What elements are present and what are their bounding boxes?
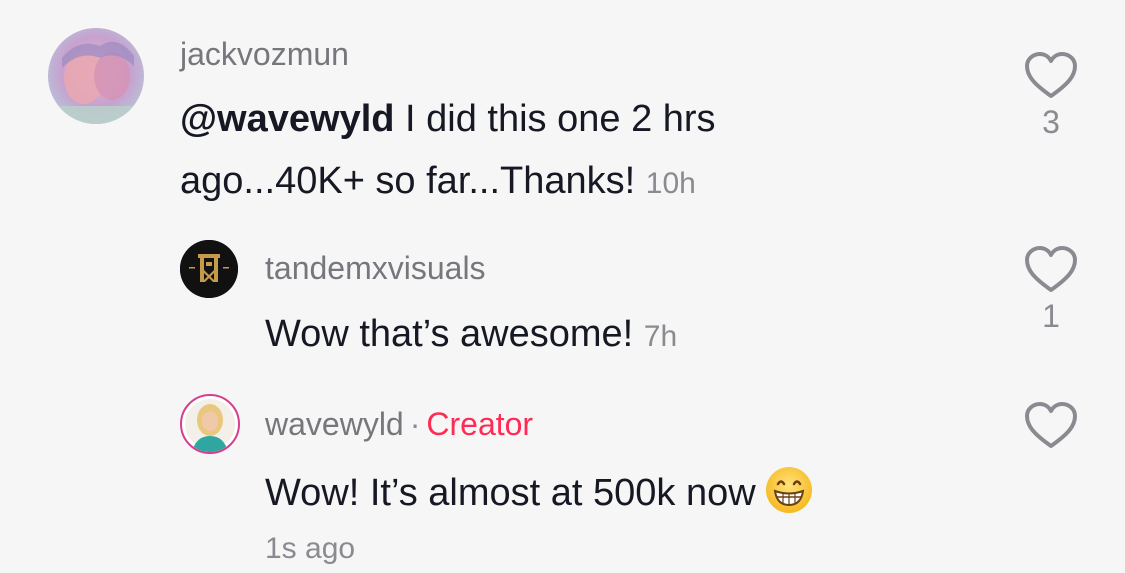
heart-icon[interactable] bbox=[1024, 246, 1078, 294]
like-group-comment: 3 bbox=[1016, 52, 1086, 138]
comment-timestamp: 10h bbox=[645, 167, 696, 200]
grinning-face-emoji bbox=[765, 467, 812, 513]
creator-badge: Creator bbox=[426, 406, 534, 442]
reply-timestamp: 1s ago bbox=[265, 532, 356, 565]
avatar-tandemxvisuals[interactable] bbox=[180, 240, 238, 298]
like-count: 3 bbox=[1042, 104, 1060, 140]
separator-dot: · bbox=[409, 406, 421, 442]
like-group-reply-1: 1 bbox=[1016, 246, 1086, 332]
mention-link[interactable]: @wavewyld bbox=[180, 98, 394, 140]
like-count: 1 bbox=[1042, 298, 1060, 334]
reply-timestamp: 7h bbox=[643, 320, 678, 353]
avatar-jackvozmun[interactable] bbox=[48, 28, 144, 124]
reply-username[interactable]: tandemxvisuals bbox=[265, 252, 486, 284]
heart-icon[interactable] bbox=[1024, 402, 1078, 450]
comment-text: @wavewyld I did this one 2 hrs ago...40K… bbox=[180, 88, 820, 215]
avatar-wavewyld[interactable] bbox=[180, 394, 240, 454]
creator-username[interactable]: wavewyld bbox=[265, 406, 404, 442]
avatar-image bbox=[48, 28, 144, 124]
reply-text: Wow! It’s almost at 500k now bbox=[265, 462, 965, 524]
comment-username[interactable]: jackvozmun bbox=[180, 38, 349, 70]
logo-icon bbox=[180, 240, 238, 298]
reply-text: Wow that’s awesome! 7h bbox=[265, 303, 905, 368]
heart-icon[interactable] bbox=[1024, 52, 1078, 100]
reply-body: Wow that’s awesome! bbox=[265, 313, 634, 355]
avatar-image bbox=[185, 399, 235, 452]
reply-username: wavewyld · Creator bbox=[265, 408, 533, 440]
reply-body: Wow! It’s almost at 500k now bbox=[265, 472, 756, 514]
like-group-reply-2 bbox=[1016, 402, 1086, 450]
